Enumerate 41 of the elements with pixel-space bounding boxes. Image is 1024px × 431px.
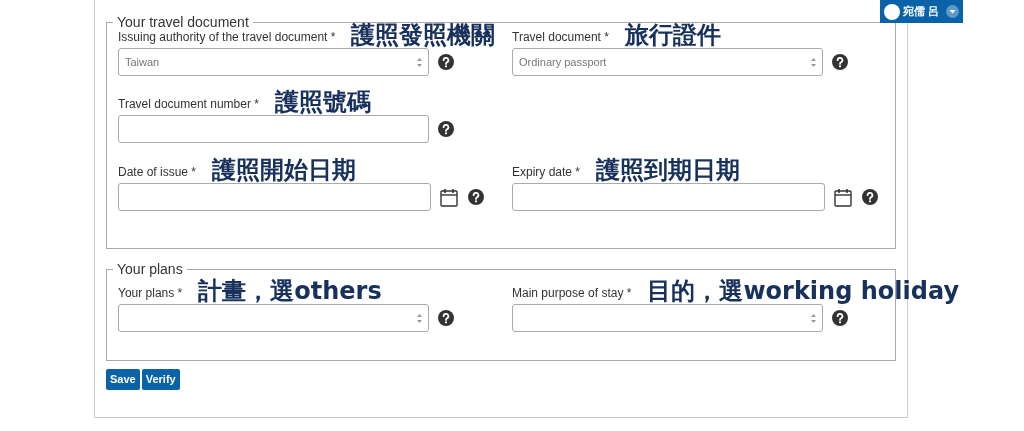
annotation-text: 護照到期日期 bbox=[596, 157, 741, 183]
field-label: Your plans * bbox=[118, 286, 183, 301]
annotation-text: 目的，選working holiday bbox=[647, 278, 960, 304]
annotation-text: 旅行證件 bbox=[624, 22, 721, 48]
sort-arrows-icon bbox=[810, 313, 817, 324]
annotation-text: 計畫，選others bbox=[198, 278, 382, 304]
annotation-text: 護照發照機關 bbox=[351, 22, 496, 48]
date-field[interactable] bbox=[512, 183, 825, 211]
annotation-text: 護照開始日期 bbox=[212, 157, 357, 183]
calendar-icon[interactable] bbox=[440, 187, 458, 207]
select-field[interactable]: Ordinary passport bbox=[512, 48, 823, 76]
action-button[interactable]: Save bbox=[106, 369, 140, 390]
sort-arrows-icon bbox=[810, 57, 817, 68]
field-label: Expiry date * bbox=[512, 165, 581, 180]
annotation-text: 護照號碼 bbox=[274, 89, 371, 115]
field-label: Travel document number * bbox=[118, 97, 259, 112]
sort-arrows-icon bbox=[416, 313, 423, 324]
help-icon[interactable] bbox=[438, 54, 454, 70]
action-button[interactable]: Verify bbox=[141, 369, 180, 390]
select-field[interactable] bbox=[118, 304, 429, 332]
help-icon[interactable] bbox=[832, 54, 848, 70]
help-icon[interactable] bbox=[862, 189, 878, 205]
calendar-icon[interactable] bbox=[834, 187, 852, 207]
field-label: Issuing authority of the travel document * bbox=[118, 30, 336, 45]
help-icon[interactable] bbox=[832, 310, 848, 326]
help-icon[interactable] bbox=[438, 310, 454, 326]
select-field[interactable] bbox=[512, 304, 823, 332]
date-field[interactable] bbox=[118, 183, 431, 211]
field-label: Main purpose of stay * bbox=[512, 286, 632, 301]
section-legend: Your travel document bbox=[113, 14, 253, 30]
input-field[interactable] bbox=[118, 115, 429, 143]
section-legend: Your plans bbox=[113, 261, 187, 277]
help-icon[interactable] bbox=[468, 189, 484, 205]
help-icon[interactable] bbox=[438, 121, 454, 137]
sort-arrows-icon bbox=[416, 57, 423, 68]
select-field[interactable]: Taiwan bbox=[118, 48, 429, 76]
field-label: Travel document * bbox=[512, 30, 609, 45]
field-label: Date of issue * bbox=[118, 165, 197, 180]
user-menu-button[interactable]: 宛儒 呂 bbox=[880, 0, 963, 23]
caret-icon bbox=[945, 5, 959, 18]
avatar-icon bbox=[884, 3, 900, 20]
